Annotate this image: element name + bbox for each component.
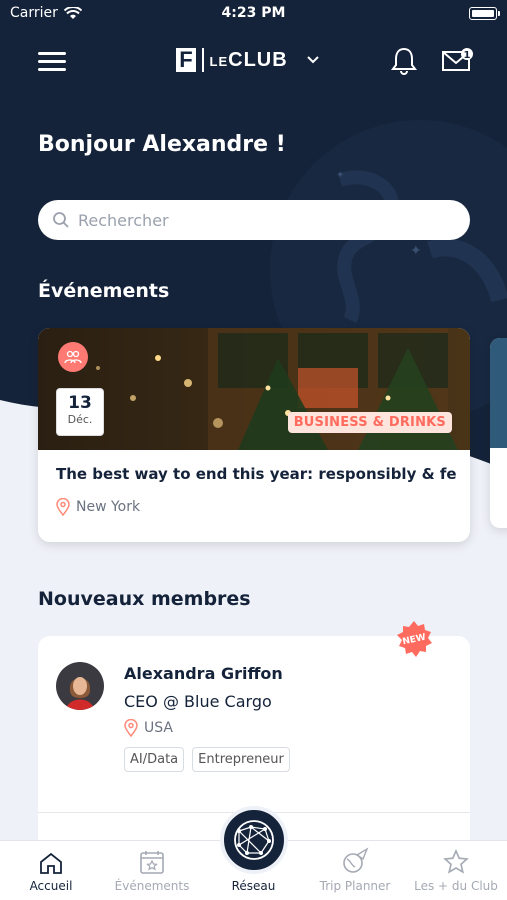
plane-globe-icon (343, 847, 369, 873)
calendar-icon (140, 851, 164, 874)
member-location: USA (124, 719, 173, 737)
member-tags: AI/Data Entrepreneur (124, 747, 290, 772)
menu-button[interactable] (38, 50, 68, 74)
svg-text:✦: ✦ (336, 170, 344, 181)
status-time: 4:23 PM (221, 5, 286, 21)
events-section-title: Événements (38, 280, 170, 302)
event-location-text: New York (76, 499, 141, 515)
event-month: Déc. (67, 413, 93, 426)
event-title: The best way to end this year: responsib… (56, 465, 456, 483)
search-icon (53, 212, 69, 228)
search-input[interactable] (78, 210, 438, 230)
bell-icon (391, 47, 417, 75)
svg-text:✦: ✦ (410, 243, 422, 259)
member-name: Alexandra Griffon (124, 664, 283, 683)
brand-name: LECLUB (209, 48, 288, 71)
tab-reseau[interactable] (220, 806, 288, 874)
logo-f-icon: F (176, 48, 196, 72)
event-category-tag: BUSINESS & DRINKS (287, 412, 452, 433)
chevron-down-icon (306, 56, 319, 64)
event-date-badge: 13 Déc. (56, 388, 104, 436)
member-tag[interactable]: Entrepreneur (192, 747, 290, 772)
greeting-heading: Bonjour Alexandre ! (38, 132, 286, 157)
next-event-card-peek[interactable] (490, 338, 507, 528)
location-pin-icon (56, 498, 70, 516)
mail-badge-count: 1 (464, 50, 471, 61)
star-icon (443, 849, 469, 874)
status-bar: Carrier 4:23 PM (0, 0, 507, 28)
notifications-button[interactable] (390, 46, 418, 80)
members-section-title: Nouveaux membres (38, 588, 251, 610)
search-bar[interactable] (38, 200, 470, 240)
event-day: 13 (68, 393, 92, 413)
home-icon (40, 852, 62, 874)
group-event-icon (58, 342, 88, 372)
event-location: New York (56, 498, 140, 516)
member-role: CEO @ Blue Cargo (124, 692, 272, 711)
top-navigation: F LECLUB 1 (0, 40, 507, 84)
messages-button[interactable]: 1 (441, 46, 475, 78)
member-tag[interactable]: AI/Data (124, 747, 185, 772)
avatar (56, 662, 104, 710)
new-member-badge: NEW (397, 621, 432, 657)
event-card[interactable]: 13 Déc. BUSINESS & DRINKS The best way t… (38, 328, 470, 542)
battery-icon (469, 7, 500, 20)
globe-network-icon (234, 820, 274, 860)
location-pin-icon (124, 719, 138, 737)
member-location-text: USA (144, 720, 173, 736)
mail-icon: 1 (442, 48, 473, 71)
tab-reseau-label: Réseau (231, 879, 276, 893)
club-selector[interactable]: F LECLUB (176, 48, 320, 72)
